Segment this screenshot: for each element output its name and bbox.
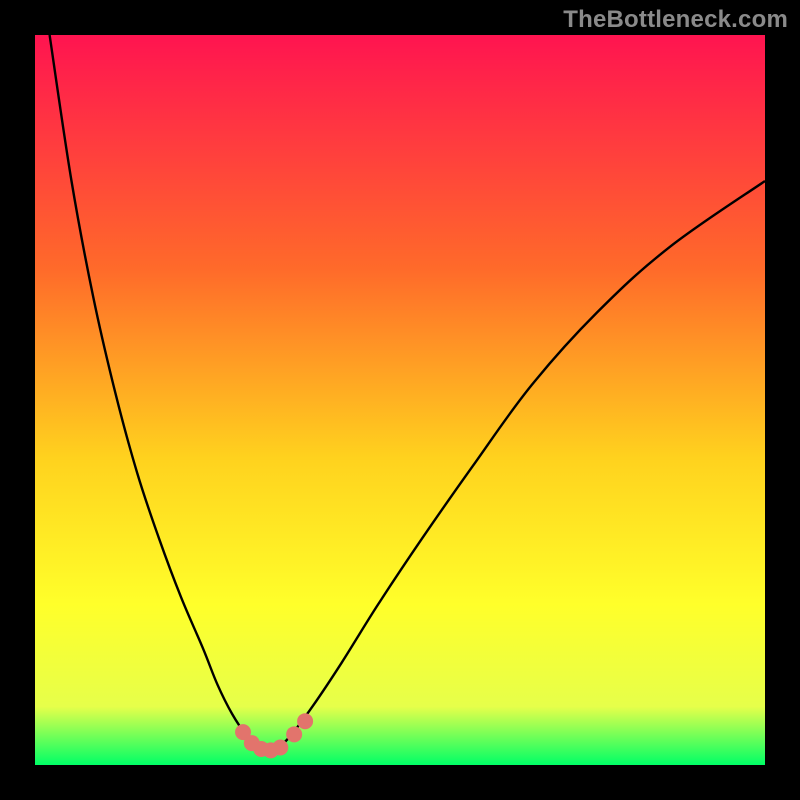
- minimum-marker: [297, 713, 313, 729]
- minimum-marker: [272, 739, 288, 755]
- chart-frame: TheBottleneck.com: [0, 0, 800, 800]
- minimum-marker: [286, 726, 302, 742]
- plot-area: [35, 35, 765, 765]
- bottleneck-curve-chart: [35, 35, 765, 765]
- watermark-text: TheBottleneck.com: [563, 6, 788, 34]
- gradient-background: [35, 35, 765, 765]
